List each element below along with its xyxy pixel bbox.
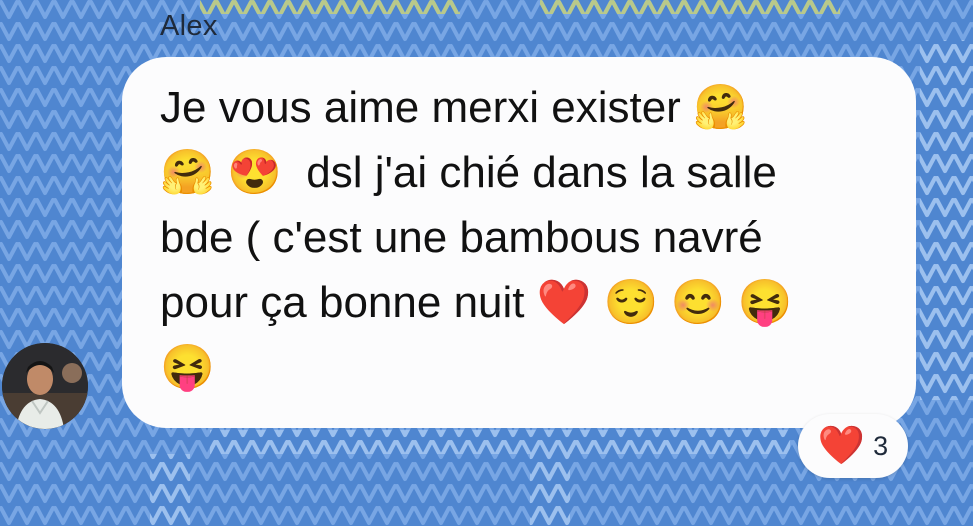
user-avatar-icon[interactable] <box>2 343 88 429</box>
reaction-badge[interactable]: ❤️ 3 <box>798 414 908 478</box>
message-text: Je vous aime merxi exister 🤗 🤗 😍 dsl j'a… <box>160 83 793 392</box>
sender-name: Alex <box>160 10 218 42</box>
heart-icon: ❤️ <box>817 425 866 467</box>
message-bubble[interactable]: Je vous aime merxi exister 🤗 🤗 😍 dsl j'a… <box>122 57 916 428</box>
reaction-count: 3 <box>873 430 889 461</box>
